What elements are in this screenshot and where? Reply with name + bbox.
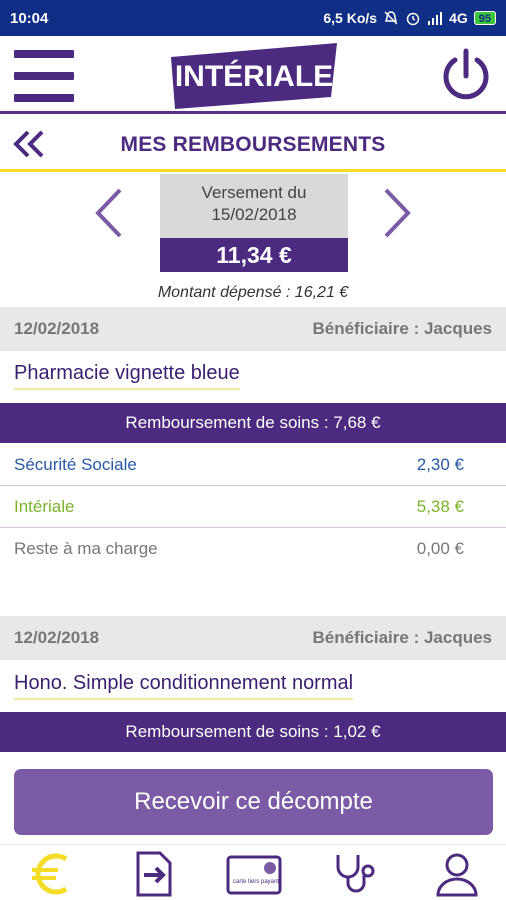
receive-statement-button[interactable]: Recevoir ce décompte xyxy=(14,769,493,835)
title-bar: MES REMBOURSEMENTS xyxy=(0,117,506,172)
network-speed: 6,5 Ko/s xyxy=(323,10,378,26)
app-bar: INTÉRIALE xyxy=(0,36,506,114)
status-time: 10:04 xyxy=(10,9,49,27)
logo-text: INTÉRIALE xyxy=(175,59,333,93)
previous-payment-chevron-icon[interactable] xyxy=(92,186,126,240)
detail-row-reste: Reste à ma charge 0,00 € xyxy=(0,528,506,570)
entry-header: 12/02/2018 Bénéficiaire : Jacques xyxy=(0,616,506,660)
detail-label: Sécurité Sociale xyxy=(14,455,137,474)
menu-line-icon xyxy=(14,50,74,58)
entry-act: Hono. Simple conditionnement normal xyxy=(14,672,354,700)
detail-value: 0,00 € xyxy=(416,539,464,558)
interiale-logo: INTÉRIALE xyxy=(171,43,337,109)
menu-line-icon xyxy=(14,94,74,102)
mute-icon xyxy=(384,11,398,25)
entry-beneficiary: Bénéficiaire : Jacques xyxy=(312,628,492,647)
bottom-nav: carte tiers payant xyxy=(0,844,506,900)
page-title: MES REMBOURSEMENTS xyxy=(120,133,386,156)
payment-date-box: Versement du 15/02/2018 xyxy=(160,174,348,238)
network-type: 4G xyxy=(449,10,468,26)
alarm-icon xyxy=(406,12,420,26)
payment-label: Versement du xyxy=(201,183,307,202)
detail-value: 2,30 € xyxy=(416,455,464,474)
payment-amount: 11,34 € xyxy=(160,238,348,272)
next-payment-chevron-icon[interactable] xyxy=(380,186,414,240)
card-text: carte tiers payant xyxy=(233,879,279,885)
reimbursement-bar: Remboursement de soins : 7,68 € xyxy=(0,403,506,443)
entry-act: Pharmacie vignette bleue xyxy=(14,362,240,390)
detail-row-interiale: Intériale 5,38 € xyxy=(0,486,506,528)
battery-indicator: 95 xyxy=(473,11,496,25)
payment-date: 15/02/2018 xyxy=(211,205,297,224)
power-icon[interactable] xyxy=(440,48,492,102)
detail-value: 5,38 € xyxy=(416,497,464,516)
detail-row-secu: Sécurité Sociale 2,30 € xyxy=(0,444,506,486)
entry-date: 12/02/2018 xyxy=(14,628,100,647)
card-icon[interactable]: carte tiers payant xyxy=(226,851,282,897)
status-right: 6,5 Ko/s 4G 95 xyxy=(323,10,496,26)
amount-spent: Montant dépensé : 16,21 € xyxy=(157,284,349,301)
entry-header: 12/02/2018 Bénéficiaire : Jacques xyxy=(0,307,506,351)
user-icon[interactable] xyxy=(432,851,482,897)
entry-beneficiary: Bénéficiaire : Jacques xyxy=(312,319,492,338)
euro-icon[interactable] xyxy=(28,851,78,897)
signal-icon xyxy=(428,12,443,25)
stethoscope-icon[interactable] xyxy=(330,851,380,897)
reimbursement-bar: Remboursement de soins : 1,02 € xyxy=(0,712,506,752)
menu-line-icon xyxy=(14,72,74,80)
detail-label: Reste à ma charge xyxy=(14,539,158,558)
detail-label: Intériale xyxy=(14,497,75,516)
entry-date: 12/02/2018 xyxy=(14,319,100,338)
document-arrow-icon[interactable] xyxy=(128,851,178,897)
status-bar: 10:04 6,5 Ko/s 4G 95 xyxy=(0,0,506,36)
menu-button[interactable] xyxy=(14,50,74,102)
